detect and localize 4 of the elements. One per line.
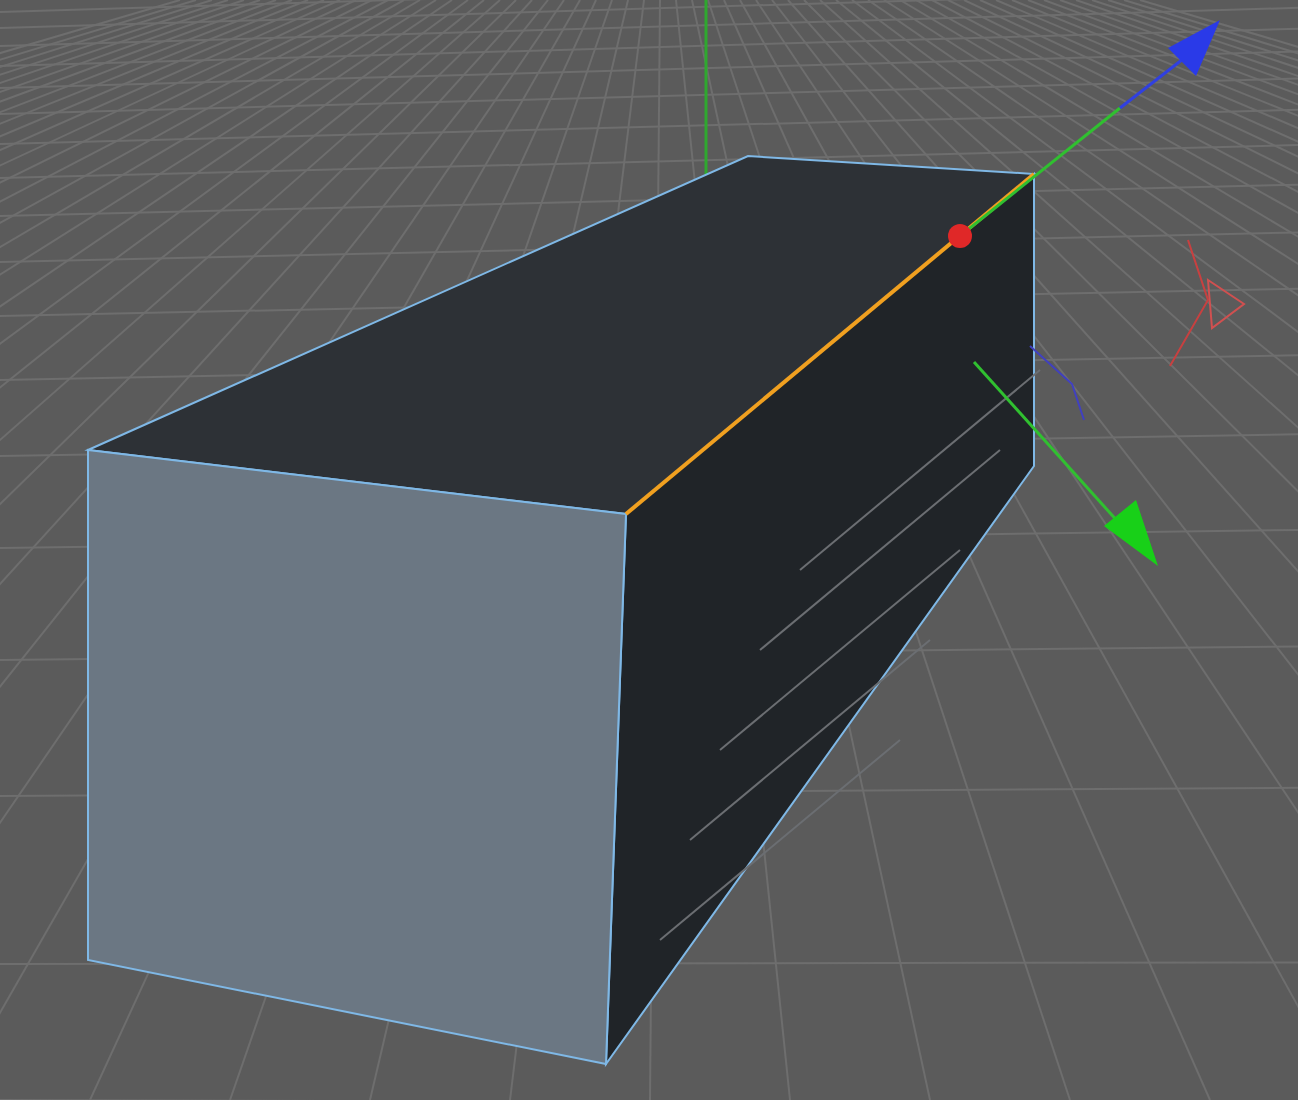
selected-edge[interactable] <box>624 172 1036 516</box>
box-drawing[interactable] <box>84 155 1041 1068</box>
viewport[interactable] <box>0 0 1298 1100</box>
move-gizmo-drawing[interactable] <box>948 20 1246 566</box>
